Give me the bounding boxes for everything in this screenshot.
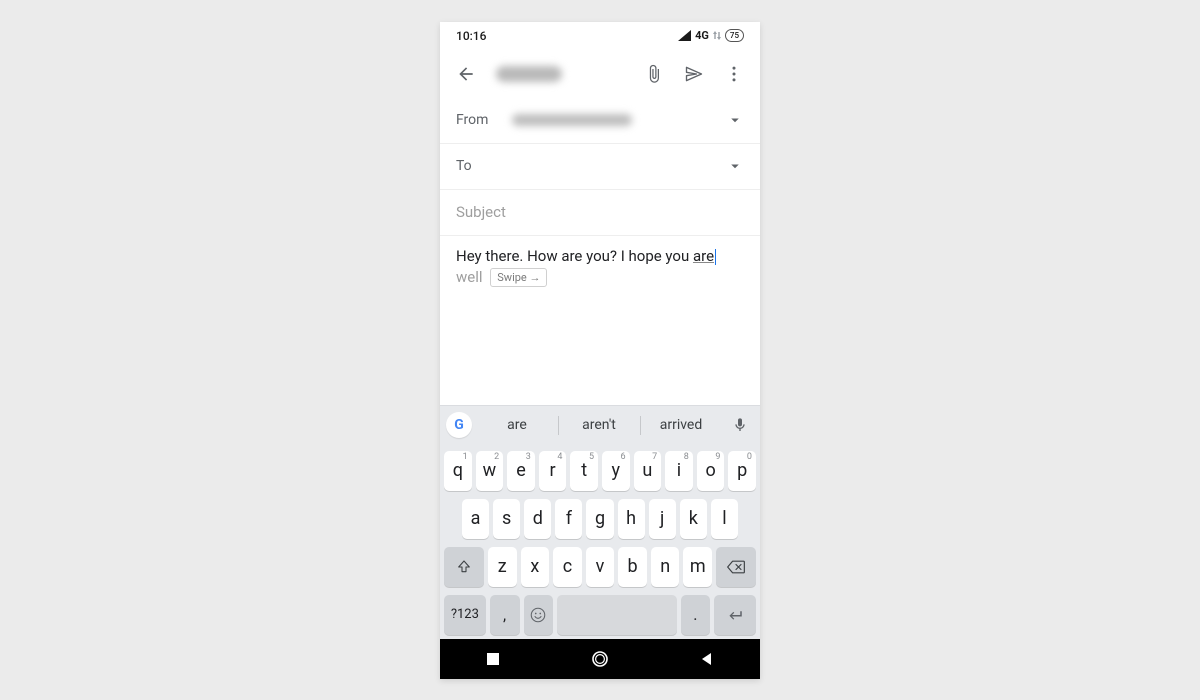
signal-icon <box>678 30 691 41</box>
key-j[interactable]: j <box>649 499 676 539</box>
from-expand[interactable] <box>726 111 744 129</box>
compose-recipient-obscured <box>496 66 562 82</box>
key-c[interactable]: c <box>553 547 582 587</box>
triangle-left-icon <box>700 652 714 666</box>
key-x[interactable]: x <box>521 547 550 587</box>
key-t[interactable]: t5 <box>570 451 598 491</box>
key-u[interactable]: u7 <box>634 451 662 491</box>
more-vert-icon <box>724 64 744 84</box>
to-label: To <box>456 158 496 174</box>
key-g[interactable]: g <box>586 499 613 539</box>
key-o[interactable]: o9 <box>697 451 725 491</box>
key-m[interactable]: m <box>683 547 712 587</box>
keyboard-suggestion-bar: G are aren't arrived <box>440 405 760 445</box>
overflow-button[interactable] <box>716 56 752 92</box>
nav-recent-button[interactable] <box>473 652 513 666</box>
key-q[interactable]: q1 <box>444 451 472 491</box>
key-h[interactable]: h <box>618 499 645 539</box>
send-icon <box>684 64 704 84</box>
backspace-icon <box>726 559 746 575</box>
text-cursor <box>715 249 716 265</box>
period-key[interactable]: . <box>681 595 711 635</box>
key-b[interactable]: b <box>618 547 647 587</box>
emoji-icon <box>529 606 547 624</box>
comma-key[interactable]: , <box>490 595 520 635</box>
email-body-input[interactable]: Hey there. How are you? I hope you are w… <box>440 236 760 405</box>
shift-key[interactable] <box>444 547 484 587</box>
symbols-key[interactable]: ?123 <box>444 595 486 635</box>
swipe-chip[interactable]: Swipe → <box>490 268 547 287</box>
status-time: 10:16 <box>456 29 486 43</box>
circle-icon <box>591 650 609 668</box>
send-button[interactable] <box>676 56 712 92</box>
subject-placeholder: Subject <box>456 203 506 221</box>
shift-icon <box>456 559 472 575</box>
from-field[interactable]: From <box>440 98 760 144</box>
suggestion-2[interactable]: aren't <box>558 406 640 445</box>
key-s[interactable]: s <box>493 499 520 539</box>
key-z[interactable]: z <box>488 547 517 587</box>
to-field[interactable]: To <box>440 144 760 190</box>
back-button[interactable] <box>448 56 484 92</box>
nav-home-button[interactable] <box>580 650 620 668</box>
mic-icon <box>732 417 748 433</box>
key-e[interactable]: e3 <box>507 451 535 491</box>
key-d[interactable]: d <box>524 499 551 539</box>
battery-indicator: 75 <box>725 29 744 42</box>
body-text: Hey there. How are you? I hope you are <box>456 247 714 265</box>
android-nav-bar <box>440 639 760 679</box>
key-n[interactable]: n <box>651 547 680 587</box>
from-value-obscured <box>512 114 632 126</box>
key-r[interactable]: r4 <box>539 451 567 491</box>
from-label: From <box>456 112 496 128</box>
key-f[interactable]: f <box>555 499 582 539</box>
soft-keyboard: q1w2e3r4t5y6u7i8o9p0 asdfghjkl zxcvbnm ?… <box>440 445 760 639</box>
key-v[interactable]: v <box>586 547 615 587</box>
suggestion-3[interactable]: arrived <box>640 406 722 445</box>
voice-input-button[interactable] <box>726 417 754 433</box>
data-arrows-icon <box>713 30 721 41</box>
enter-icon <box>726 606 744 624</box>
status-bar: 10:16 4G 75 <box>440 22 760 50</box>
chevron-down-icon <box>726 157 744 175</box>
square-icon <box>486 652 500 666</box>
enter-key[interactable] <box>714 595 756 635</box>
key-k[interactable]: k <box>680 499 707 539</box>
emoji-key[interactable] <box>524 595 554 635</box>
key-p[interactable]: p0 <box>728 451 756 491</box>
phone-frame: 10:16 4G 75 From <box>440 22 760 679</box>
key-y[interactable]: y6 <box>602 451 630 491</box>
compose-action-bar <box>440 50 760 98</box>
suggestion-1[interactable]: are <box>476 406 558 445</box>
network-label: 4G <box>695 29 709 42</box>
space-key[interactable] <box>557 595 676 635</box>
chevron-down-icon <box>726 111 744 129</box>
prediction-text: well <box>456 268 483 286</box>
to-expand[interactable] <box>726 157 744 175</box>
google-logo-button[interactable]: G <box>446 412 472 438</box>
key-a[interactable]: a <box>462 499 489 539</box>
nav-back-button[interactable] <box>687 652 727 666</box>
subject-field[interactable]: Subject <box>440 190 760 236</box>
attach-button[interactable] <box>636 56 672 92</box>
arrow-left-icon <box>456 64 476 84</box>
key-i[interactable]: i8 <box>665 451 693 491</box>
key-w[interactable]: w2 <box>476 451 504 491</box>
paperclip-icon <box>644 64 664 84</box>
key-l[interactable]: l <box>711 499 738 539</box>
backspace-key[interactable] <box>716 547 756 587</box>
